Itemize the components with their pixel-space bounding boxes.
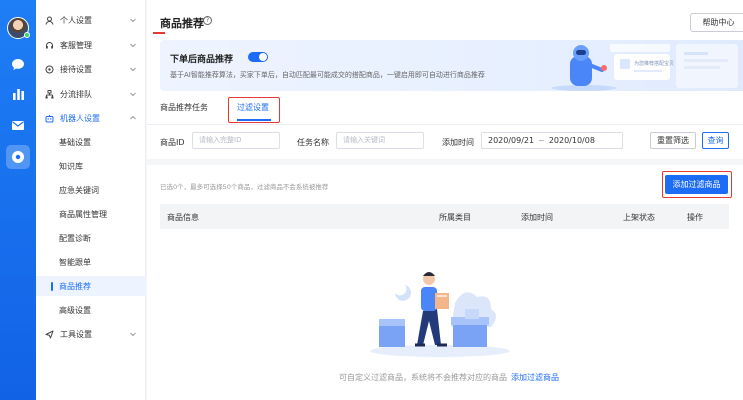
divider [147,124,743,125]
empty-state-illustration [370,272,510,357]
help-center-button[interactable]: 帮助中心 [690,13,743,32]
sidebar-subitem-config-diagnosis[interactable]: 配置诊断 [36,228,146,248]
settings-icon[interactable] [6,145,30,169]
add-filter-product-link[interactable]: 添加过滤商品 [511,373,559,382]
sidebar-subitem-basic-settings[interactable]: 基础设置 [36,132,146,152]
recommendation-toggle[interactable] [248,52,268,62]
sidebar-subitem-knowledge-base[interactable]: 知识库 [36,156,146,176]
mail-icon[interactable] [10,117,26,133]
task-name-label: 任务名称 [297,138,329,147]
date-range-picker[interactable]: 2020/09/21 ~2020/10/08 [481,132,623,149]
sidebar-item-label: 机器人设置 [60,113,100,123]
annotation-underline [153,32,165,34]
sidebar-subitem-advanced-settings[interactable]: 高级设置 [36,300,146,320]
sidebar-subitem-product-recommendation[interactable]: 商品推荐 [36,276,146,296]
sidebar-item-label: 工具设置 [60,329,92,339]
banner-title: 下单后商品推荐 [170,55,234,65]
date-end: 2020/10/08 [548,136,595,145]
sidebar: 个人设置 客服管理 接待设置 分流排队 机器人设置 基础设置 知识库 应急关键词… [36,0,146,400]
chat-icon[interactable] [10,56,26,72]
main-panel: 商品推荐 ? 帮助中心 下单后商品推荐 基于AI智能推荐算法，买家下单后，自动匹… [147,0,743,400]
annotation-highlight-box [662,171,732,198]
target-icon [45,65,54,74]
task-name-input[interactable]: 请输入关键词 [336,132,424,149]
user-icon [45,16,54,25]
tab-recommendation-tasks[interactable]: 商品推荐任务 [160,102,208,113]
flow-icon [45,89,54,99]
add-time-label: 添加时间 [442,138,474,147]
annotation-highlight-box [228,97,280,123]
product-id-input[interactable]: 请输入完整ID [192,132,280,149]
sidebar-item-label: 分流排队 [60,89,92,99]
column-header-add-time: 添加时间 [521,213,553,222]
chevron-down-icon [130,332,136,337]
product-id-label: 商品ID [160,138,185,147]
column-header-listing-status: 上架状态 [623,213,655,222]
online-status-dot [24,32,30,38]
sidebar-item-label: 个人设置 [60,15,92,25]
chevron-down-icon [130,67,136,72]
date-start: 2020/09/21 [488,136,535,145]
reset-filters-button[interactable]: 重置筛选 [650,132,696,149]
banner-description: 基于AI智能推荐算法，买家下单后，自动匹配最可能成交的搭配商品，一键启用即可自动… [170,71,485,79]
sidebar-subitem-emergency-keywords[interactable]: 应急关键词 [36,180,146,200]
selection-hint: 已选0个，最多可选择50个商品，过滤商品不会系统被推荐 [160,183,329,191]
column-header-category: 所属类目 [439,213,471,222]
sidebar-item-queue-routing[interactable]: 分流排队 [36,84,146,104]
sidebar-subitem-product-attributes[interactable]: 商品属性管理 [36,204,146,224]
chevron-down-icon [130,92,136,97]
date-separator: ~ [538,136,545,145]
recommendation-banner: 下单后商品推荐 基于AI智能推荐算法，买家下单后，自动匹配最可能成交的搭配商品，… [160,40,743,91]
chevron-down-icon [130,18,136,23]
sidebar-item-tool-settings[interactable]: 工具设置 [36,324,146,344]
sidebar-item-label: 接待设置 [60,64,92,74]
sidebar-item-robot-settings[interactable]: 机器人设置 [36,108,146,128]
robot-illustration: 为您推荐搭配宝贝 [552,44,738,91]
robot-icon [45,114,54,123]
chevron-down-icon [130,43,136,48]
empty-state-text: 可自定义过滤商品，系统将不会推荐对应的商品 添加过滤商品 [339,372,559,383]
table-header: 商品信息 所属类目 添加时间 上架状态 操作 [160,204,729,229]
app-rail [0,0,36,400]
query-button[interactable]: 查询 [702,132,729,149]
sidebar-item-reception-settings[interactable]: 接待设置 [36,59,146,79]
column-header-product-info: 商品信息 [167,213,199,222]
sidebar-item-label: 客服管理 [60,40,92,50]
banner-card-text: 为您推荐搭配宝贝 [634,60,674,67]
empty-state-message: 可自定义过滤商品，系统将不会推荐对应的商品 [339,373,507,382]
send-icon [45,330,54,339]
sidebar-subitem-smart-follow-up[interactable]: 智能跟单 [36,252,146,272]
headset-icon [45,41,54,50]
section-separator [147,159,743,165]
column-header-actions: 操作 [687,213,703,222]
chevron-up-icon [130,115,136,120]
sidebar-item-personal-settings[interactable]: 个人设置 [36,10,146,30]
sidebar-item-agent-management[interactable]: 客服管理 [36,35,146,55]
page-title: 商品推荐 [160,17,204,30]
help-icon[interactable]: ? [203,16,212,25]
chart-icon[interactable] [10,86,26,102]
